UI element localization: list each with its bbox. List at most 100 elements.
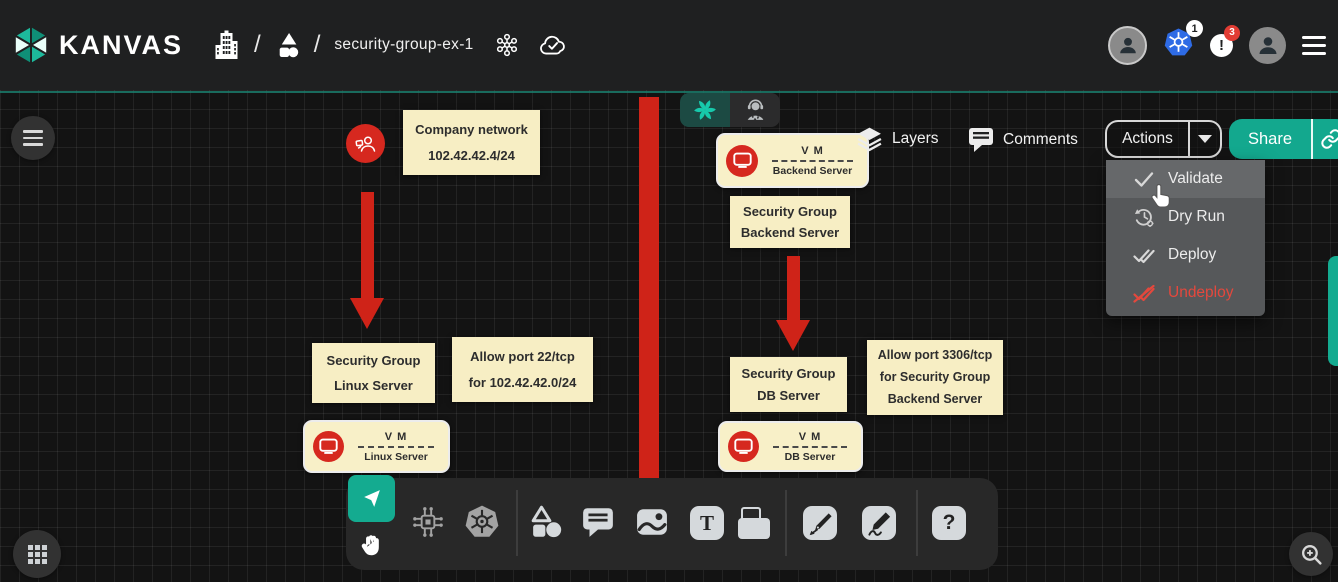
grid-icon — [28, 545, 47, 564]
layers-button[interactable]: Layers — [856, 126, 939, 152]
vm-title: V M — [352, 431, 440, 443]
layers-icon — [856, 126, 883, 152]
select-tool-button[interactable] — [348, 475, 395, 522]
note-line: Backend Server — [867, 393, 1003, 406]
side-panel-tab[interactable] — [1328, 256, 1338, 366]
note-line: Security Group — [730, 367, 847, 380]
alert-count-badge: 3 — [1224, 25, 1240, 41]
apps-grid-button[interactable] — [13, 530, 61, 578]
share-label: Share — [1229, 130, 1311, 149]
note-line: Allow port 3306/tcp — [867, 349, 1003, 362]
actions-button[interactable]: Actions — [1105, 120, 1222, 158]
menu-item-deploy[interactable]: Deploy — [1106, 236, 1265, 274]
copy-link-button[interactable] — [1313, 128, 1338, 150]
pen-tool-button[interactable] — [803, 506, 837, 540]
company-network-node[interactable] — [346, 124, 385, 163]
kanvas-app: KANVAS / / security-group-ex — [0, 0, 1338, 582]
sg-linux-note[interactable]: Security Group Linux Server — [312, 343, 435, 403]
note-tool-icon — [737, 506, 771, 540]
sg-backend-note[interactable]: Security Group Backend Server — [730, 196, 850, 248]
menu-item-undeploy[interactable]: Undeploy — [1106, 274, 1265, 312]
note-line: Security Group — [730, 205, 850, 218]
note-line: for 102.42.42.0/24 — [452, 376, 593, 389]
hand-icon — [359, 532, 385, 558]
help-button[interactable]: ? — [932, 506, 966, 540]
zoom-button[interactable] — [1289, 532, 1333, 576]
layers-label: Layers — [892, 130, 939, 148]
shapes-breadcrumb-icon[interactable] — [275, 32, 300, 58]
pen-icon — [807, 510, 834, 537]
alerts-status[interactable]: ! 3 — [1210, 34, 1233, 57]
vm-title: V M — [766, 145, 859, 157]
arrow-sg-backend-to-db[interactable] — [787, 256, 800, 322]
menu-item-label: Validate — [1168, 170, 1223, 188]
infrastructure-tool-button[interactable] — [410, 504, 446, 540]
pencil-icon — [866, 510, 893, 537]
vortex-icon — [692, 97, 718, 123]
mesh-icon[interactable] — [494, 32, 520, 58]
collaborator-avatar[interactable] — [1108, 26, 1147, 65]
double-check-icon — [1132, 244, 1156, 266]
vm-icon-circle — [313, 431, 344, 462]
note-tool-button[interactable] — [737, 506, 771, 540]
company-network-note[interactable]: Company network 102.42.42.4/24 — [403, 110, 540, 175]
vm-divider — [772, 160, 853, 162]
note-line: Backend Server — [730, 226, 850, 239]
note-line: Linux Server — [312, 379, 435, 392]
actions-dropdown-toggle[interactable] — [1190, 135, 1220, 143]
select-arrow-icon — [360, 487, 383, 510]
cloud-sync-icon[interactable] — [538, 33, 568, 57]
undeploy-icon — [1132, 282, 1156, 304]
allow-port-22-note[interactable]: Allow port 22/tcp for 102.42.42.0/24 — [452, 337, 593, 402]
menu-item-label: Deploy — [1168, 246, 1216, 264]
comments-button[interactable]: Comments — [968, 126, 1078, 153]
user-avatar[interactable] — [1249, 27, 1286, 64]
arrowhead — [350, 298, 384, 329]
vm-title: V M — [767, 431, 853, 443]
breadcrumb-separator: / — [254, 31, 261, 59]
canvas-menu-button[interactable] — [11, 116, 55, 160]
kubernetes-status[interactable]: 1 — [1163, 27, 1194, 63]
monitor-icon — [733, 152, 752, 169]
image-icon — [636, 507, 668, 537]
chevron-down-icon — [1198, 135, 1212, 143]
pan-tool-button[interactable] — [348, 523, 395, 567]
user-device-icon — [354, 132, 378, 156]
link-icon — [1320, 128, 1338, 150]
cpu-circuit-icon — [410, 504, 446, 540]
monitor-icon — [734, 438, 753, 455]
canvas-top-border — [0, 91, 1338, 93]
vm-icon-circle — [726, 145, 758, 177]
vm-backend-card[interactable]: V M Backend Server — [716, 133, 869, 188]
vm-subtitle: DB Server — [767, 451, 853, 463]
check-icon — [1132, 168, 1156, 190]
menu-item-dry-run[interactable]: Dry Run — [1106, 198, 1265, 236]
comment-tool-button[interactable] — [581, 506, 615, 538]
kubernetes-tool-button[interactable] — [463, 503, 501, 541]
vm-db-card[interactable]: V M DB Server — [718, 421, 863, 472]
share-button[interactable]: Share — [1229, 119, 1338, 159]
red-divider-bar[interactable] — [639, 97, 659, 478]
allow-port-3306-note[interactable]: Allow port 3306/tcp for Security Group B… — [867, 340, 1003, 415]
sg-db-note[interactable]: Security Group DB Server — [730, 357, 847, 412]
kanvas-logo-icon[interactable] — [12, 24, 50, 66]
pencil-tool-button[interactable] — [862, 506, 896, 540]
organization-icon[interactable] — [213, 29, 240, 61]
arrowhead — [776, 320, 810, 351]
image-tool-button[interactable] — [636, 507, 668, 537]
vortex-tool-button[interactable] — [680, 93, 730, 127]
main-menu-icon[interactable] — [1302, 36, 1326, 55]
kubernetes-wheel-icon — [463, 503, 501, 541]
text-tool-button[interactable]: T — [690, 506, 724, 540]
vm-linux-card[interactable]: V M Linux Server — [303, 420, 450, 473]
header-right-cluster: 1 ! 3 — [1108, 26, 1326, 65]
assistant-tool-button[interactable] — [730, 93, 780, 127]
app-header: KANVAS / / security-group-ex — [0, 0, 1338, 90]
text-tool-icon: T — [700, 511, 714, 536]
arrow-company-to-sg[interactable] — [361, 192, 374, 300]
note-line: Allow port 22/tcp — [452, 350, 593, 363]
comments-label: Comments — [1003, 131, 1078, 149]
shapes-tool-button[interactable] — [529, 504, 563, 540]
breadcrumb-project-name[interactable]: security-group-ex-1 — [334, 36, 473, 54]
menu-item-validate[interactable]: Validate — [1106, 160, 1265, 198]
